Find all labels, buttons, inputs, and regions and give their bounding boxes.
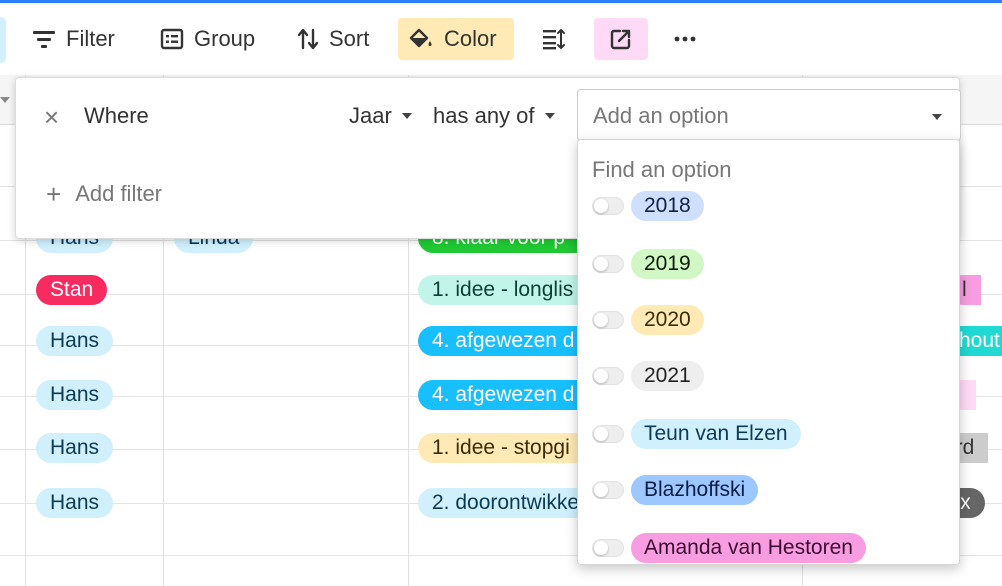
option-item[interactable]: Teun van Elzen [578, 414, 959, 454]
option-toggle[interactable] [592, 425, 624, 443]
color-label: Color [444, 26, 497, 51]
option-item[interactable]: 2019 [578, 244, 959, 284]
filter-where-label: Where [84, 103, 149, 128]
fase-tag: 4. afgewezen d [418, 380, 578, 410]
option-item[interactable]: 2021 [578, 356, 959, 396]
initials-tag: Hans [36, 488, 114, 518]
filter-value-placeholder: Add an option [593, 103, 729, 128]
chevron-down-icon [932, 114, 942, 120]
filter-lines-icon [33, 31, 55, 48]
group-button[interactable]: Group [150, 18, 265, 60]
filter-operator-select[interactable]: has any of [433, 103, 555, 129]
view-toolbar: Filter Group Sort Color [0, 3, 1002, 75]
initials-tag: Stan [36, 275, 108, 305]
row-height-button[interactable] [532, 18, 576, 60]
option-item[interactable]: 2018 [578, 186, 959, 226]
option-label: 2018 [631, 191, 704, 221]
option-toggle[interactable] [592, 197, 624, 215]
option-label: Blazhoffski [631, 475, 759, 505]
option-item[interactable]: Blazhoffski [578, 470, 959, 510]
sort-arrows-icon [297, 28, 319, 50]
color-button[interactable]: Color [398, 18, 514, 60]
group-list-icon [160, 28, 184, 50]
option-item[interactable]: Amanda van Hestoren [578, 528, 959, 564]
fase-tag: 1. idee - stopgi [418, 433, 578, 463]
close-icon[interactable]: × [44, 104, 59, 130]
filter-field-value: Jaar [349, 103, 392, 128]
fase-tag: 1. idee - longlis [418, 275, 578, 305]
views-edge-tab[interactable] [0, 17, 6, 63]
fase-tag: 2. doorontwikkeling loopt [418, 488, 578, 518]
column-menu-caret-icon[interactable] [0, 97, 10, 103]
filter-label: Filter [66, 26, 115, 51]
option-label: 2019 [631, 249, 704, 279]
sort-button[interactable]: Sort [287, 18, 379, 60]
option-toggle[interactable] [592, 367, 624, 385]
option-label: Amanda van Hestoren [631, 533, 866, 563]
find-option-input[interactable]: Find an option [592, 157, 731, 183]
plus-icon: + [46, 179, 62, 209]
filter-operator-value: has any of [433, 103, 535, 128]
filter-button[interactable]: Filter [22, 18, 125, 60]
option-item[interactable]: 2020 [578, 300, 959, 340]
more-button[interactable] [663, 18, 707, 60]
filter-value-select[interactable]: Add an option [577, 89, 961, 141]
paint-bucket-icon [409, 28, 432, 48]
chevron-down-icon [544, 113, 555, 119]
add-filter-label: Add filter [75, 181, 163, 206]
option-label: Teun van Elzen [631, 419, 801, 449]
option-toggle[interactable] [592, 481, 624, 499]
share-view-icon [610, 29, 631, 50]
filter-field-select[interactable]: Jaar [349, 103, 412, 129]
row-height-icon [543, 29, 565, 50]
initials-tag: Hans [36, 380, 114, 410]
initials-tag: Hans [36, 433, 114, 463]
option-dropdown: Find an option 2018 2019 2020 2021 Teun van … [577, 139, 960, 565]
option-toggle[interactable] [592, 311, 624, 329]
sort-label: Sort [329, 26, 370, 51]
group-label: Group [194, 26, 256, 51]
chevron-down-icon [401, 113, 412, 119]
option-toggle[interactable] [592, 255, 624, 273]
option-toggle[interactable] [592, 539, 624, 557]
initials-tag: Hans [36, 326, 114, 356]
option-label: 2021 [631, 361, 704, 391]
fase-tag: 4. afgewezen d [418, 326, 578, 356]
option-label: 2020 [631, 305, 704, 335]
more-dots-icon [674, 36, 696, 42]
add-filter-button[interactable]: + Add filter [46, 181, 162, 207]
share-view-button[interactable] [594, 18, 648, 60]
